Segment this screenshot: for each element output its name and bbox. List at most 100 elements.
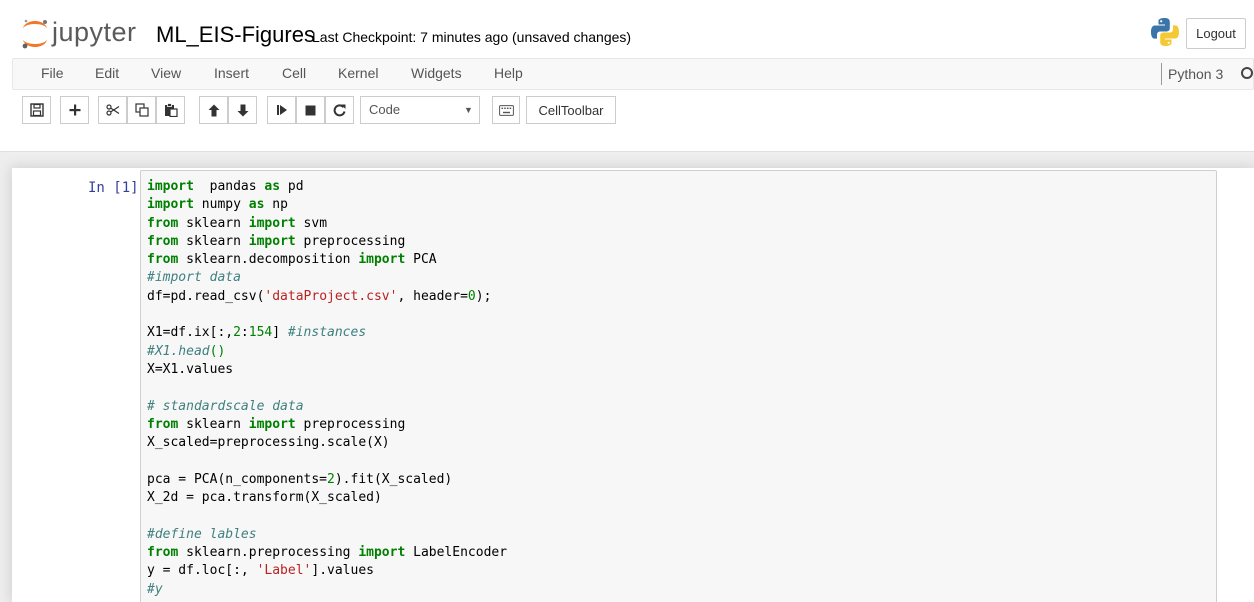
step-forward-icon xyxy=(276,105,287,115)
menu-cell[interactable]: Cell xyxy=(282,65,306,81)
jupyter-logo-icon xyxy=(22,19,47,49)
code-token: from xyxy=(147,215,179,231)
jupyter-logo[interactable]: jupyter xyxy=(20,16,148,52)
jupyter-logo-text: jupyter xyxy=(52,17,137,47)
run-cell-button[interactable] xyxy=(267,96,296,124)
code-token: 'Label' xyxy=(256,563,312,579)
celltoolbar-button[interactable]: CellToolbar xyxy=(526,96,616,124)
notebook-container: In [1]: import pandas as pd import numpy … xyxy=(12,168,1254,602)
insert-cell-button[interactable] xyxy=(60,96,89,124)
code-line: y = df.loc[:, 'Label'].values xyxy=(147,562,507,580)
code-line: from sklearn.preprocessing import LabelE… xyxy=(147,544,507,562)
code-line: #X1.head() xyxy=(147,343,507,361)
code-token: from xyxy=(147,252,179,268)
menu-bar: File Edit View Insert Cell Kernel Widget… xyxy=(12,58,1254,90)
code-token: import xyxy=(358,544,406,560)
code-token: sklearn xyxy=(178,215,249,231)
paste-button[interactable] xyxy=(156,96,185,124)
notebook-toolbar: Code ▼ CellToolbar xyxy=(0,96,1254,128)
clipboard-icon xyxy=(164,103,178,117)
kernel-name: Python 3 xyxy=(1161,63,1223,85)
notebook-header: jupyter ML_EIS-Figures Last Checkpoint: … xyxy=(0,0,1254,152)
logout-button[interactable]: Logout xyxy=(1186,18,1246,49)
code-token: import xyxy=(358,252,406,268)
code-token: sklearn xyxy=(178,416,249,432)
code-token: ).fit(X_scaled) xyxy=(334,471,453,487)
code-line: #import data xyxy=(147,269,507,287)
code-line: from sklearn.decomposition import PCA xyxy=(147,251,507,269)
code-token: from xyxy=(147,544,179,560)
code-line: pca = PCA(n_components=2).fit(X_scaled) xyxy=(147,471,507,489)
move-cell-up-button[interactable] xyxy=(199,96,228,124)
code-token: #define lables xyxy=(147,526,257,542)
code-line: from sklearn import preprocessing xyxy=(147,416,507,434)
code-token: 0 xyxy=(467,288,476,304)
plus-icon xyxy=(69,104,80,116)
menu-view[interactable]: View xyxy=(151,65,181,81)
cut-button[interactable] xyxy=(98,96,127,124)
copy-icon xyxy=(134,103,149,117)
restart-kernel-button[interactable] xyxy=(325,96,354,124)
top-bar: jupyter ML_EIS-Figures Last Checkpoint: … xyxy=(0,12,1254,56)
menu-file[interactable]: File xyxy=(41,65,64,81)
code-token: #y xyxy=(147,581,163,597)
code-line: # standardscale data xyxy=(147,398,507,416)
floppy-disk-icon xyxy=(29,103,44,117)
code-token: sklearn.decomposition xyxy=(178,252,359,268)
code-token: X_2d = pca.transform(X_scaled) xyxy=(147,490,382,506)
cell-input-prompt: In [1]: xyxy=(88,180,148,196)
code-token: X_scaled=preprocessing.scale(X) xyxy=(147,435,390,451)
code-token: preprocessing xyxy=(295,416,406,432)
code-line: X1=df.ix[:,2:154] #instances xyxy=(147,324,507,342)
menu-kernel[interactable]: Kernel xyxy=(338,65,378,81)
code-token: from xyxy=(147,233,179,249)
code-line: X_scaled=preprocessing.scale(X) xyxy=(147,434,507,452)
code-token: sklearn.preprocessing xyxy=(178,544,359,560)
code-token: ); xyxy=(475,288,492,304)
code-cell-input[interactable]: import pandas as pd import numpy as np fro… xyxy=(140,170,1217,602)
command-palette-button[interactable] xyxy=(492,96,520,124)
interrupt-kernel-button[interactable] xyxy=(296,96,325,124)
menu-widgets[interactable]: Widgets xyxy=(411,65,462,81)
notebook-name[interactable]: ML_EIS-Figures xyxy=(156,22,315,48)
keyboard-icon xyxy=(498,104,514,116)
code-token: as xyxy=(248,197,265,213)
code-token: 2 xyxy=(233,325,241,341)
code-line: from sklearn import preprocessing xyxy=(147,233,507,251)
menu-help[interactable]: Help xyxy=(494,65,523,81)
stop-icon xyxy=(305,105,316,115)
code-token: 2 xyxy=(327,471,335,487)
chevron-down-icon: ▼ xyxy=(464,105,473,115)
save-button[interactable] xyxy=(22,96,51,124)
restart-icon xyxy=(333,103,346,116)
menu-insert[interactable]: Insert xyxy=(214,65,249,81)
code-token: # standardscale data xyxy=(147,398,304,414)
arrow-down-icon xyxy=(237,104,248,116)
code-token: import xyxy=(248,233,296,249)
code-token: preprocessing xyxy=(295,233,406,249)
code-token: #import data xyxy=(147,270,241,286)
code-editor[interactable]: import pandas as pd import numpy as np fro… xyxy=(147,178,507,599)
code-token: : xyxy=(240,325,249,341)
code-line: df=pd.read_csv('dataProject.csv', header… xyxy=(147,288,507,306)
move-cell-down-button[interactable] xyxy=(228,96,257,124)
cell-type-select[interactable]: Code xyxy=(360,96,480,124)
code-token: sklearn xyxy=(178,233,249,249)
code-token: ].values xyxy=(311,563,374,579)
code-token: numpy xyxy=(193,197,249,213)
code-token: import xyxy=(147,197,194,213)
code-token: 'dataProject.csv' xyxy=(264,288,398,304)
copy-button[interactable] xyxy=(127,96,156,124)
menu-edit[interactable]: Edit xyxy=(95,65,119,81)
code-token: 154 xyxy=(248,325,273,341)
code-line: import numpy as np xyxy=(147,196,507,214)
code-token: pca = PCA(n_components= xyxy=(147,471,328,487)
code-line: from sklearn import svm xyxy=(147,215,507,233)
code-token: import xyxy=(248,416,296,432)
code-token: () xyxy=(209,343,226,359)
code-token: , header= xyxy=(397,288,468,304)
